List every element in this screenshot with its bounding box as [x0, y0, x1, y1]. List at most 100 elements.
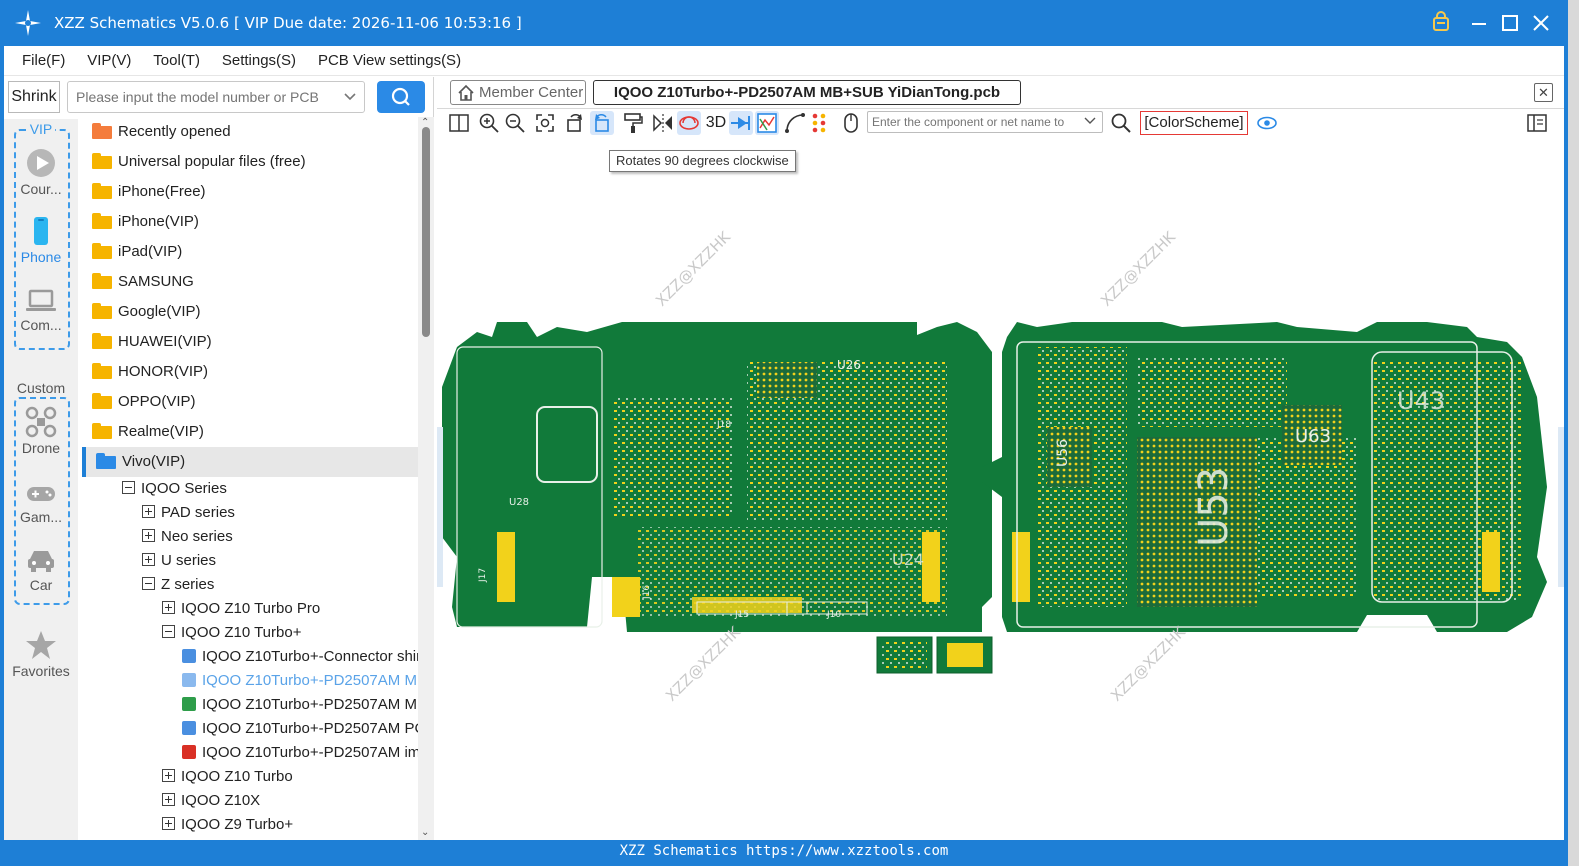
tree-node-z10x[interactable]: IQOO Z10X	[162, 789, 260, 813]
tree-folder[interactable]: Realme(VIP)	[82, 417, 418, 447]
expand-icon[interactable]	[142, 505, 155, 519]
car-icon	[28, 551, 54, 572]
side-panel-toggle-icon[interactable]	[1525, 111, 1549, 135]
watermark: XZZ@XZZHK	[652, 227, 735, 310]
pcb-board-drawing[interactable]: U63 U53 U43 U56 U28 J18 J16 J15 J10 J17 …	[437, 137, 1564, 840]
scrollbar-thumb[interactable]	[422, 127, 430, 337]
expand-icon[interactable]	[162, 817, 175, 831]
pcb-file-icon	[182, 720, 196, 735]
category-label: Cour...	[20, 181, 62, 197]
expand-icon[interactable]	[162, 601, 175, 615]
folder-icon	[92, 272, 112, 289]
tree-node-z10-turbo[interactable]: IQOO Z10 Turbo	[162, 765, 293, 789]
close-pane-icon[interactable]: ✕	[1534, 83, 1553, 102]
tree-folder[interactable]: iPhone(VIP)	[82, 207, 418, 237]
tree-scrollbar[interactable]: ⌃ ⌄	[418, 117, 434, 840]
tree-file-item[interactable]: IQOO Z10Turbo+-Connector shin	[182, 645, 418, 669]
tree-folder-recent[interactable]: Recently opened	[82, 117, 418, 147]
trace-curve-icon[interactable]	[783, 111, 807, 135]
net-trace-icon[interactable]	[729, 111, 753, 135]
expand-icon[interactable]	[162, 793, 175, 807]
tree-node-z-series[interactable]: Z series	[142, 573, 214, 597]
tree-folder[interactable]: HUAWEI(VIP)	[82, 327, 418, 357]
split-view-icon[interactable]	[447, 111, 471, 135]
tree-node-iqoo-series[interactable]: IQOO Series	[122, 477, 227, 501]
chip-label: J10	[826, 610, 841, 620]
tree-folder[interactable]: iPhone(Free)	[82, 177, 418, 207]
collapse-icon[interactable]	[142, 577, 155, 591]
category-car[interactable]: Car	[4, 547, 78, 593]
fit-view-icon[interactable]	[533, 111, 557, 135]
tree-folder[interactable]: Google(VIP)	[82, 297, 418, 327]
paint-roller-icon[interactable]	[621, 111, 645, 135]
tab-pcb-file[interactable]: IQOO Z10Turbo+-PD2507AM MB+SUB YiDianTon…	[593, 80, 1021, 105]
search-icon[interactable]	[1109, 111, 1133, 135]
maximize-button[interactable]	[1497, 10, 1523, 36]
tree-node-z9-turbo-plus[interactable]: IQOO Z9 Turbo+	[162, 813, 293, 837]
tooltip: Rotates 90 degrees clockwise	[609, 150, 796, 172]
tree-folder-vivo[interactable]: Vivo(VIP)	[82, 447, 418, 477]
eye-icon[interactable]	[1255, 111, 1279, 135]
menu-pcb-view-settings[interactable]: PCB View settings(S)	[310, 46, 469, 76]
tree-node-neo-series[interactable]: Neo series	[142, 525, 233, 549]
category-drone[interactable]: Drone	[4, 406, 78, 456]
tree-file-item[interactable]: IQOO Z10Turbo+-PD2507AM MB	[182, 693, 418, 717]
tree-node-pad-series[interactable]: PAD series	[142, 501, 235, 525]
component-search-input[interactable]	[867, 111, 1103, 133]
search-icon	[391, 87, 410, 106]
mouse-icon[interactable]	[839, 111, 863, 135]
expand-icon[interactable]	[142, 553, 155, 567]
collapse-icon[interactable]	[162, 625, 175, 639]
color-scheme-button[interactable]: [ColorScheme]	[1140, 111, 1248, 135]
tree-folder-label: OPPO(VIP)	[118, 393, 196, 410]
tree-node-u-series[interactable]: U series	[142, 549, 216, 573]
view-3d-button[interactable]: 3D	[703, 111, 729, 135]
rotate-counterclockwise-icon[interactable]	[563, 111, 587, 135]
tree-node-z10-turbo-plus[interactable]: IQOO Z10 Turbo+	[162, 621, 301, 645]
tree-file-item-selected[interactable]: IQOO Z10Turbo+-PD2507AM MB	[182, 669, 418, 693]
tree-folder-label: Vivo(VIP)	[122, 453, 186, 470]
components-dots-icon[interactable]	[809, 111, 833, 135]
collapse-icon[interactable]	[122, 481, 135, 495]
lock-icon[interactable]	[1428, 10, 1454, 36]
chevron-down-icon[interactable]	[1083, 113, 1097, 127]
expand-icon[interactable]	[162, 769, 175, 783]
category-phone[interactable]: Phone	[4, 215, 78, 265]
pcb-file-icon	[182, 648, 196, 663]
zoom-out-icon[interactable]	[503, 111, 527, 135]
tree-folder[interactable]: Universal popular files (free)	[82, 147, 418, 177]
menu-file[interactable]: File(F)	[14, 46, 73, 76]
expand-icon[interactable]	[142, 529, 155, 543]
flip-board-icon[interactable]	[677, 111, 701, 135]
minimize-button[interactable]	[1466, 10, 1492, 36]
scroll-down-icon[interactable]: ⌄	[421, 827, 429, 838]
chevron-down-icon[interactable]	[342, 86, 358, 106]
category-computer[interactable]: Com...	[4, 287, 78, 333]
menu-vip[interactable]: VIP(V)	[79, 46, 139, 76]
category-games[interactable]: Gam...	[4, 481, 78, 525]
category-favorites[interactable]: Favorites	[4, 629, 78, 679]
tree-folder-label: iPad(VIP)	[118, 243, 183, 260]
tree-folder[interactable]: iPad(VIP)	[82, 237, 418, 267]
close-button[interactable]	[1528, 10, 1554, 36]
menu-tool[interactable]: Tool(T)	[145, 46, 208, 76]
model-search-input[interactable]	[67, 81, 365, 113]
shrink-button[interactable]: Shrink	[8, 81, 60, 113]
layer-view-icon[interactable]	[755, 111, 779, 135]
tree-folder[interactable]: SAMSUNG	[82, 267, 418, 297]
category-label: Gam...	[19, 509, 62, 525]
menu-settings[interactable]: Settings(S)	[214, 46, 304, 76]
zoom-in-icon[interactable]	[477, 111, 501, 135]
tab-member-center[interactable]: Member Center	[450, 80, 586, 105]
tree-folder[interactable]: HONOR(VIP)	[82, 357, 418, 387]
tree-node-z10-turbo-pro[interactable]: IQOO Z10 Turbo Pro	[162, 597, 320, 621]
rotate-clockwise-icon[interactable]	[590, 111, 614, 135]
vip-group-label: VIP	[26, 121, 56, 137]
search-button[interactable]	[377, 81, 425, 113]
tree-file-item[interactable]: IQOO Z10Turbo+-PD2507AM ima	[182, 741, 418, 765]
pcb-canvas[interactable]: U63 U53 U43 U56 U28 J18 J16 J15 J10 J17 …	[437, 137, 1564, 840]
tree-file-item[interactable]: IQOO Z10Turbo+-PD2507AM PCI	[182, 717, 418, 741]
mirror-icon[interactable]	[651, 111, 675, 135]
category-courses[interactable]: Cour...	[4, 147, 78, 197]
tree-folder[interactable]: OPPO(VIP)	[82, 387, 418, 417]
